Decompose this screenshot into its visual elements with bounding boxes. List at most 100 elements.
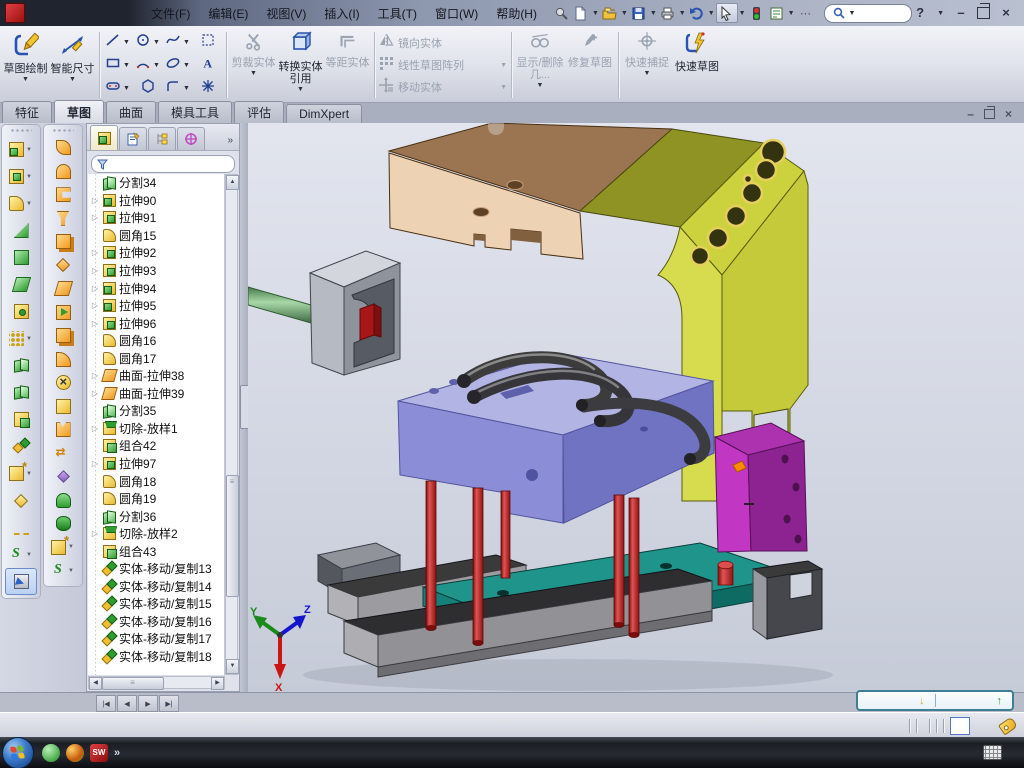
tree-item-26[interactable]: 实体-移动/复制16 <box>88 613 224 631</box>
trim-dropdown[interactable]: ▼ <box>250 70 257 77</box>
insert-part-icon[interactable]: ▼ <box>2 460 40 487</box>
entity-line-dropdown[interactable]: ▼ <box>123 39 130 46</box>
tree-item-4[interactable]: 圆角15 <box>88 227 224 245</box>
tree-item-7[interactable]: ▷拉伸94 <box>88 279 224 297</box>
mold-base-part[interactable] <box>318 543 822 677</box>
entity-arc-dropdown[interactable]: ▼ <box>153 62 160 69</box>
entity-spline-dropdown[interactable]: ▼ <box>183 39 190 46</box>
menu-item-7[interactable]: 帮助(H) <box>488 2 545 25</box>
ribbon-tab-5[interactable]: 评估 <box>234 101 284 123</box>
linear-pattern-icon[interactable]: ▼ <box>2 325 40 352</box>
replace-face-icon[interactable] <box>44 395 82 419</box>
entity-circle-dropdown[interactable]: ▼ <box>153 39 160 46</box>
expand-arrow-icon[interactable]: ▷ <box>90 213 100 222</box>
tree-item-17[interactable]: ▷拉伸97 <box>88 455 224 473</box>
entity-line-button[interactable]: ▼ <box>103 31 133 54</box>
cmd-snap-button[interactable]: 快速捕捉▼ <box>622 28 672 102</box>
print-icon[interactable] <box>658 4 678 22</box>
ribbon-tab-4[interactable]: 模具工具 <box>158 101 232 123</box>
freeform-icon[interactable] <box>44 512 82 536</box>
knit-surface-icon[interactable] <box>44 324 82 348</box>
expand-arrow-icon[interactable]: ▷ <box>90 284 100 293</box>
save-icon-dropdown[interactable]: ▼ <box>650 10 657 17</box>
extend-surface-icon[interactable] <box>44 301 82 325</box>
entity-polygon-button[interactable] <box>133 77 163 100</box>
hole-wizard-icon[interactable] <box>2 298 40 325</box>
entity-rectangle-dropdown[interactable]: ▼ <box>123 62 130 69</box>
entity-ellipse-dropdown[interactable]: ▼ <box>183 62 190 69</box>
expand-arrow-icon[interactable]: ▷ <box>90 319 100 328</box>
scroll-up-button[interactable]: ▲ <box>226 175 239 190</box>
expand-arrow-icon[interactable]: ▷ <box>90 301 100 310</box>
ribbon-tab-1[interactable]: 特征 <box>2 101 52 123</box>
entity-frame-button[interactable] <box>193 31 223 54</box>
cmd-offset-button[interactable]: 等距实体 <box>324 28 371 102</box>
delete-face-icon[interactable] <box>44 371 82 395</box>
tree-item-3[interactable]: ▷拉伸91 <box>88 209 224 227</box>
menu-item-1[interactable]: 文件(F) <box>143 2 198 25</box>
tab-featuremanager[interactable] <box>90 125 118 150</box>
plane-icon[interactable] <box>2 487 40 514</box>
extruded-cut-icon-dropdown[interactable]: ▼ <box>26 174 32 180</box>
quick-launch-overflow-icon[interactable]: » <box>114 747 120 759</box>
network-speed-widget[interactable]: ↓ ↑ <box>856 690 1014 711</box>
options-icon-dropdown[interactable]: ▼ <box>788 10 795 17</box>
quick-tips-button[interactable] <box>950 717 970 735</box>
panel-splitter[interactable] <box>240 123 248 692</box>
tree-item-27[interactable]: 实体-移动/复制17 <box>88 630 224 648</box>
select-cursor-icon-dropdown[interactable]: ▼ <box>739 10 746 17</box>
cmd-relations-button[interactable]: 显示/删除几...▼ <box>515 28 565 102</box>
last-tab-button[interactable]: ▶| <box>159 695 179 712</box>
reference-curve-icon[interactable] <box>2 514 40 541</box>
tree-item-14[interactable]: 分割35 <box>88 402 224 420</box>
next-tab-button[interactable]: ▶ <box>138 695 158 712</box>
entity-circle-button[interactable]: ▼ <box>133 31 163 54</box>
split-body-icon[interactable] <box>2 379 40 406</box>
dimension-dropdown[interactable]: ▼ <box>69 76 76 83</box>
search-input[interactable]: ▼ <box>824 4 913 23</box>
menu-item-5[interactable]: 工具(T) <box>370 2 425 25</box>
toolbar-overflow-icon[interactable]: ⋯ <box>796 4 816 22</box>
cmd-dimension-button[interactable]: 智能尺寸▼ <box>49 28 96 102</box>
planar-surface-icon[interactable] <box>44 277 82 301</box>
doc-restore-button[interactable] <box>984 109 995 119</box>
doc-minimize-button[interactable]: – <box>967 108 974 120</box>
options-icon[interactable] <box>767 4 787 22</box>
tab-propertymanager[interactable] <box>119 127 147 150</box>
flatten-surface-icon[interactable] <box>44 465 82 489</box>
expand-arrow-icon[interactable]: ▷ <box>90 529 100 538</box>
entity-text-button[interactable]: A <box>193 54 223 77</box>
entity-rectangle-button[interactable]: ▼ <box>103 54 133 77</box>
doc-close-button[interactable]: × <box>1005 108 1012 120</box>
extruded-boss-icon-dropdown[interactable]: ▼ <box>26 147 32 153</box>
expand-arrow-icon[interactable]: ▷ <box>90 389 100 398</box>
expand-arrow-icon[interactable]: ▷ <box>90 371 100 380</box>
revolved-surface-icon[interactable] <box>44 160 82 184</box>
menu-item-4[interactable]: 插入(I) <box>316 2 367 25</box>
entity-arc-button[interactable]: ▼ <box>133 54 163 77</box>
spline-tool-icon-dropdown[interactable]: ▼ <box>68 568 74 574</box>
insert-block-part[interactable] <box>715 423 807 552</box>
graphics-viewport[interactable]: Y Z X <box>248 123 1024 692</box>
boundary-surface-icon[interactable] <box>44 230 82 254</box>
solidworks-launcher-icon[interactable]: SW <box>90 744 108 762</box>
cmd-sketch-button[interactable]: 草图绘制▼ <box>2 28 49 102</box>
relations-dropdown[interactable]: ▼ <box>537 82 544 89</box>
help-button[interactable]: ? <box>912 6 928 20</box>
scroll-thumb[interactable]: ≡ <box>226 475 239 597</box>
scroll-right-button[interactable]: ▶ <box>211 677 224 690</box>
tab-configurationmanager[interactable] <box>148 127 176 150</box>
draft-icon[interactable] <box>2 271 40 298</box>
cmd-convert-button[interactable]: 转换实体引用▼ <box>277 28 324 102</box>
swept-surface-icon[interactable] <box>44 136 82 160</box>
tree-item-15[interactable]: ▷切除-放样1 <box>88 420 224 438</box>
untrim-surface-icon[interactable] <box>44 418 82 442</box>
hscroll-thumb[interactable]: ≡ <box>102 677 164 690</box>
entity-ellipse-button[interactable]: ▼ <box>163 54 193 77</box>
dome-icon[interactable] <box>44 489 82 513</box>
tree-item-24[interactable]: 实体-移动/复制14 <box>88 578 224 596</box>
sketch-dropdown[interactable]: ▼ <box>22 76 29 83</box>
rebuild-traffic-light-icon[interactable] <box>747 4 767 22</box>
cmd-rapid-button[interactable]: 快速草图 <box>672 28 722 102</box>
combine-icon[interactable] <box>2 406 40 433</box>
